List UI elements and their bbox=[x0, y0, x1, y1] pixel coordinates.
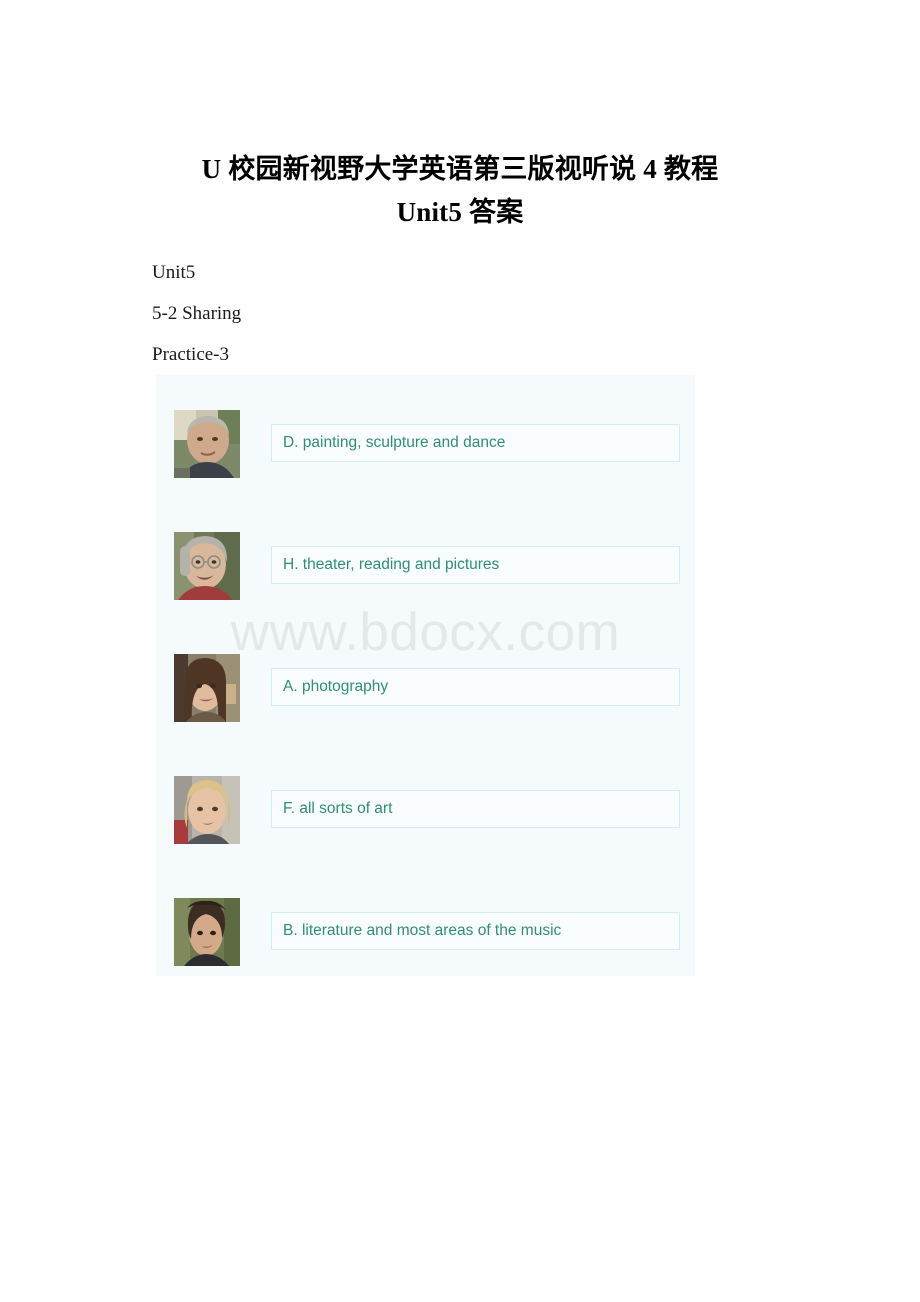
page-title-line-2: Unit5 答案 bbox=[396, 197, 524, 227]
answer-box[interactable]: A. photography bbox=[271, 668, 680, 706]
page-title-line-1: U 校园新视野大学英语第三版视听说 4 教程 bbox=[201, 154, 719, 184]
answer-text: A. photography bbox=[283, 678, 389, 695]
embedded-exercise-screenshot: www.bdocx.com D. painting, sculpture and… bbox=[156, 375, 695, 976]
answer-box[interactable]: H. theater, reading and pictures bbox=[271, 546, 680, 584]
answer-box[interactable]: B. literature and most areas of the musi… bbox=[271, 912, 680, 950]
answer-box[interactable]: F. all sorts of art bbox=[271, 790, 680, 828]
speaker-thumbnail bbox=[174, 410, 240, 478]
option-list: D. painting, sculpture and dance H. thea… bbox=[156, 375, 695, 976]
body-line-section: 5-2 Sharing bbox=[152, 303, 242, 324]
body-line-unit: Unit5 bbox=[152, 262, 196, 283]
answer-text: H. theater, reading and pictures bbox=[283, 556, 500, 573]
page-title: U 校园新视野大学英语第三版视听说 4 教程 Unit5 答案 bbox=[130, 148, 790, 234]
answer-box[interactable]: D. painting, sculpture and dance bbox=[271, 424, 680, 462]
document-body: Unit5 5-2 Sharing Practice-3 bbox=[152, 252, 712, 375]
list-item[interactable]: B. literature and most areas of the musi… bbox=[174, 898, 684, 966]
list-item[interactable]: D. painting, sculpture and dance bbox=[174, 410, 684, 478]
answer-text: F. all sorts of art bbox=[283, 800, 393, 817]
speaker-thumbnail bbox=[174, 898, 240, 966]
answer-text: B. literature and most areas of the musi… bbox=[283, 922, 562, 939]
list-item[interactable]: F. all sorts of art bbox=[174, 776, 684, 844]
list-item[interactable]: A. photography bbox=[174, 654, 684, 722]
answer-text: D. painting, sculpture and dance bbox=[283, 434, 506, 451]
speaker-thumbnail bbox=[174, 532, 240, 600]
speaker-thumbnail bbox=[174, 654, 240, 722]
body-line-practice: Practice-3 bbox=[152, 344, 230, 365]
speaker-thumbnail bbox=[174, 776, 240, 844]
document-page: U 校园新视野大学英语第三版视听说 4 教程 Unit5 答案 Unit5 5-… bbox=[0, 0, 920, 1302]
list-item[interactable]: H. theater, reading and pictures bbox=[174, 532, 684, 600]
